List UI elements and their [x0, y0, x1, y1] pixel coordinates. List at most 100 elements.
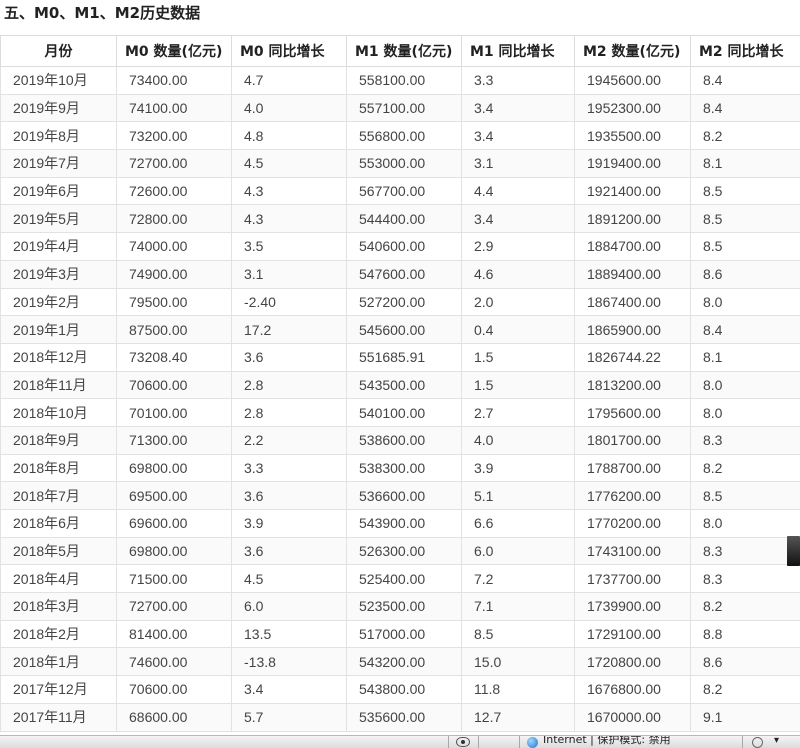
- cell-m1-growth: 12.7: [462, 703, 575, 731]
- cell-m2-growth: 8.3: [691, 426, 800, 454]
- status-separator: [448, 736, 449, 748]
- zoom-icon[interactable]: [752, 737, 763, 748]
- cell-m2-growth: 8.6: [691, 260, 800, 288]
- cell-m0-growth: 4.3: [232, 177, 347, 205]
- cell-m2-amount: 1935500.00: [575, 122, 691, 150]
- page-title: 五、M0、M1、M2历史数据: [4, 2, 200, 24]
- cell-m0-growth: 13.5: [232, 620, 347, 648]
- cell-m0-growth: 17.2: [232, 316, 347, 344]
- cell-m1-amount: 540600.00: [347, 233, 462, 261]
- security-zone-label[interactable]: Internet | 保护模式: 禁用: [543, 735, 671, 747]
- cell-m2-amount: 1795600.00: [575, 399, 691, 427]
- status-separator: [478, 736, 479, 748]
- cell-m0-amount: 71500.00: [117, 565, 232, 593]
- cell-month: 2019年6月: [1, 177, 117, 205]
- table-row: 2018年11月70600.002.8543500.001.51813200.0…: [1, 371, 800, 399]
- cell-m2-amount: 1921400.00: [575, 177, 691, 205]
- table-row: 2018年5月69800.003.6526300.006.01743100.00…: [1, 537, 800, 565]
- cell-m0-amount: 72600.00: [117, 177, 232, 205]
- dropdown-icon[interactable]: ▾: [774, 735, 779, 748]
- cell-m1-growth: 3.4: [462, 205, 575, 233]
- cell-m0-amount: 73208.40: [117, 343, 232, 371]
- table-row: 2018年12月73208.403.6551685.911.51826744.2…: [1, 343, 800, 371]
- globe-icon: [527, 737, 538, 748]
- table-row: 2019年7月72700.004.5553000.003.11919400.00…: [1, 150, 800, 178]
- column-header-month: 月份: [1, 36, 117, 67]
- cell-m1-growth: 1.5: [462, 371, 575, 399]
- cell-m0-growth: 3.1: [232, 260, 347, 288]
- cell-m1-amount: 517000.00: [347, 620, 462, 648]
- cell-m2-amount: 1891200.00: [575, 205, 691, 233]
- column-header-m1-amount: M1 数量(亿元): [347, 36, 462, 67]
- table-row: 2017年11月68600.005.7535600.0012.71670000.…: [1, 703, 800, 731]
- table-row: 2018年6月69600.003.9543900.006.61770200.00…: [1, 510, 800, 538]
- cell-month: 2019年8月: [1, 122, 117, 150]
- cell-month: 2018年8月: [1, 454, 117, 482]
- cell-month: 2018年7月: [1, 482, 117, 510]
- cell-m1-amount: 536600.00: [347, 482, 462, 510]
- cell-m2-amount: 1813200.00: [575, 371, 691, 399]
- cell-m2-amount: 1945600.00: [575, 67, 691, 95]
- cell-m2-amount: 1770200.00: [575, 510, 691, 538]
- cell-m0-growth: 2.8: [232, 399, 347, 427]
- eye-icon[interactable]: [456, 737, 470, 747]
- column-header-m2-growth: M2 同比增长: [691, 36, 800, 67]
- cell-m1-growth: 3.4: [462, 94, 575, 122]
- cell-m1-growth: 0.4: [462, 316, 575, 344]
- cell-m2-amount: 1867400.00: [575, 288, 691, 316]
- status-separator: [742, 736, 743, 748]
- cell-month: 2019年1月: [1, 316, 117, 344]
- cell-m2-amount: 1919400.00: [575, 150, 691, 178]
- cell-m1-amount: 544400.00: [347, 205, 462, 233]
- cell-m1-growth: 6.6: [462, 510, 575, 538]
- cell-month: 2017年12月: [1, 676, 117, 704]
- cell-m2-amount: 1739900.00: [575, 593, 691, 621]
- cell-m0-growth: 4.5: [232, 150, 347, 178]
- cell-m0-amount: 69500.00: [117, 482, 232, 510]
- cell-m2-amount: 1776200.00: [575, 482, 691, 510]
- cell-m1-growth: 11.8: [462, 676, 575, 704]
- table-row: 2018年1月74600.00-13.8543200.0015.01720800…: [1, 648, 800, 676]
- cell-m0-growth: 2.2: [232, 426, 347, 454]
- status-separator: [519, 736, 520, 748]
- cell-m1-amount: 543200.00: [347, 648, 462, 676]
- cell-m0-amount: 69800.00: [117, 454, 232, 482]
- table-header-row: 月份 M0 数量(亿元) M0 同比增长 M1 数量(亿元) M1 同比增长 M…: [1, 36, 800, 67]
- cell-m0-growth: 3.5: [232, 233, 347, 261]
- cell-m2-growth: 8.0: [691, 510, 800, 538]
- cell-month: 2018年10月: [1, 399, 117, 427]
- cell-m0-amount: 87500.00: [117, 316, 232, 344]
- cell-m1-growth: 5.1: [462, 482, 575, 510]
- cell-m1-amount: 527200.00: [347, 288, 462, 316]
- column-header-m0-amount: M0 数量(亿元): [117, 36, 232, 67]
- cell-m0-growth: 6.0: [232, 593, 347, 621]
- cell-m2-growth: 8.1: [691, 343, 800, 371]
- cell-m0-amount: 71300.00: [117, 426, 232, 454]
- cell-m1-amount: 553000.00: [347, 150, 462, 178]
- cell-m0-amount: 72700.00: [117, 593, 232, 621]
- cell-m0-amount: 74600.00: [117, 648, 232, 676]
- cell-m1-amount: 535600.00: [347, 703, 462, 731]
- cell-m0-amount: 74000.00: [117, 233, 232, 261]
- cell-m0-growth: -13.8: [232, 648, 347, 676]
- cell-m0-amount: 69800.00: [117, 537, 232, 565]
- column-header-m1-growth: M1 同比增长: [462, 36, 575, 67]
- cell-month: 2018年5月: [1, 537, 117, 565]
- cell-month: 2019年10月: [1, 67, 117, 95]
- cell-m2-growth: 8.6: [691, 648, 800, 676]
- cell-m2-growth: 8.2: [691, 593, 800, 621]
- scrollbar-thumb[interactable]: [787, 536, 800, 566]
- cell-m1-amount: 538600.00: [347, 426, 462, 454]
- cell-m1-growth: 3.4: [462, 122, 575, 150]
- cell-m2-growth: 8.8: [691, 620, 800, 648]
- cell-m0-amount: 68600.00: [117, 703, 232, 731]
- cell-m1-amount: 556800.00: [347, 122, 462, 150]
- table-body: 2019年10月73400.004.7558100.003.31945600.0…: [1, 67, 800, 732]
- cell-m2-amount: 1865900.00: [575, 316, 691, 344]
- cell-m2-amount: 1826744.22: [575, 343, 691, 371]
- cell-m2-amount: 1884700.00: [575, 233, 691, 261]
- cell-m0-growth: 4.3: [232, 205, 347, 233]
- table-row: 2019年1月87500.0017.2545600.000.41865900.0…: [1, 316, 800, 344]
- table-row: 2018年7月69500.003.6536600.005.11776200.00…: [1, 482, 800, 510]
- cell-m2-growth: 8.2: [691, 122, 800, 150]
